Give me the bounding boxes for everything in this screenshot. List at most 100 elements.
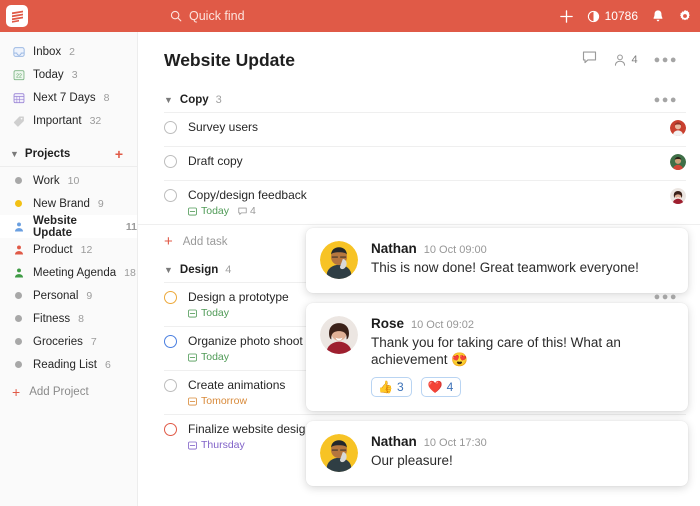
comment-text: This is now done! Great teamwork everyon…	[371, 259, 672, 276]
comment-body: Nathan10 Oct 17:30 Our pleasure!	[371, 434, 672, 472]
task-due-date[interactable]: Today	[188, 205, 229, 217]
task-checkbox[interactable]	[164, 189, 177, 202]
collaborators-button[interactable]: 4	[613, 53, 637, 67]
comment-text: Our pleasure!	[371, 452, 672, 469]
section-name: Copy	[180, 94, 209, 106]
sidebar-item-label: Meeting Agenda	[33, 267, 116, 279]
settings-button[interactable]	[678, 9, 692, 23]
comment-menu-button[interactable]: ●●●	[654, 291, 678, 303]
comment-author: Nathan	[371, 241, 417, 256]
plus-icon	[559, 9, 574, 24]
person-icon	[613, 53, 627, 67]
sidebar-item-count: 32	[90, 115, 102, 127]
sidebar-item-work[interactable]: Work10	[0, 169, 137, 192]
project-dot-icon	[12, 289, 25, 302]
task-name: Copy/design feedback	[188, 188, 659, 202]
comment-header: Rose10 Oct 09:02	[371, 316, 672, 331]
task-row[interactable]: Survey users	[164, 112, 686, 146]
comment-header: Nathan10 Oct 17:30	[371, 434, 672, 449]
task-due-date[interactable]: Thursday	[188, 439, 245, 451]
comment-body: Nathan 10 Oct 09:00 This is now done! Grea…	[371, 241, 672, 279]
sidebar-item-important[interactable]: Important 32	[0, 109, 137, 132]
search-placeholder: Quick find	[189, 9, 245, 23]
section-menu-button[interactable]: ●●●	[654, 94, 678, 106]
sidebar-item-label: Website Update	[33, 215, 118, 239]
top-bar-actions: 10786	[559, 0, 692, 32]
sidebar-item-count: 7	[91, 336, 97, 348]
comment-author: Nathan	[371, 434, 417, 449]
sidebar-item-product[interactable]: Product12	[0, 238, 137, 261]
project-dot-icon	[12, 312, 25, 325]
karma-counter[interactable]: 10786	[587, 9, 638, 23]
collaborators-count: 4	[631, 54, 637, 66]
plus-icon: +	[12, 385, 20, 399]
sidebar-item-meeting-agenda[interactable]: Meeting Agenda18	[0, 261, 137, 284]
sidebar-item-next-7-days[interactable]: Next 7 Days 8	[0, 86, 137, 109]
project-dot-icon	[12, 174, 25, 187]
sidebar-item-personal[interactable]: Personal9	[0, 284, 137, 307]
comment-author-avatar	[320, 241, 358, 279]
sidebar-projects-header[interactable]: ▼ Projects +	[0, 141, 137, 167]
sidebar-item-today[interactable]: 22 Today 3	[0, 63, 137, 86]
comment-card[interactable]: Nathan10 Oct 17:30 Our pleasure!	[306, 421, 688, 486]
sidebar-item-new-brand[interactable]: New Brand9	[0, 192, 137, 215]
page-title: Website Update	[164, 50, 295, 71]
comment-author: Rose	[371, 316, 404, 331]
app-logo[interactable]	[6, 5, 28, 27]
reaction-count: 3	[397, 380, 404, 394]
svg-text:22: 22	[16, 73, 22, 79]
sidebar-item-count: 10	[68, 175, 80, 187]
chevron-down-icon: ▼	[164, 265, 173, 275]
task-comment-value: 4	[250, 205, 256, 217]
sidebar-project-list: Work10New Brand9Website Update11Product1…	[0, 169, 137, 376]
task-checkbox[interactable]	[164, 155, 177, 168]
task-assignee-avatar[interactable]	[670, 154, 686, 170]
comment-card[interactable]: ●●●Rose10 Oct 09:02Thank you for taking …	[306, 303, 688, 411]
task-due-date[interactable]: Today	[188, 307, 229, 319]
notifications-button[interactable]	[651, 9, 665, 24]
task-checkbox[interactable]	[164, 423, 177, 436]
add-project-button[interactable]: + Add Project	[0, 380, 137, 404]
calendar-week-icon	[12, 91, 25, 104]
comment-card[interactable]: Nathan 10 Oct 09:00 This is now done! Grea…	[306, 228, 688, 293]
reaction-chip[interactable]: 👍3	[371, 377, 412, 397]
sidebar-item-website-update[interactable]: Website Update11	[0, 215, 137, 238]
task-due-label: Today	[201, 307, 229, 319]
task-due-date[interactable]: Today	[188, 351, 229, 363]
sidebar-item-groceries[interactable]: Groceries7	[0, 330, 137, 353]
plus-icon: +	[164, 234, 173, 249]
task-name: Survey users	[188, 120, 659, 134]
sidebar-item-label: Reading List	[33, 359, 97, 371]
task-due-label: Today	[201, 351, 229, 363]
section-name: Design	[180, 264, 218, 276]
shared-project-icon	[12, 266, 25, 279]
project-menu-button[interactable]: ●●●	[654, 54, 678, 66]
sidebar-item-count: 2	[69, 46, 75, 58]
task-assignee-avatar[interactable]	[670, 188, 686, 204]
task-due-date[interactable]: Tomorrow	[188, 395, 247, 407]
task-row[interactable]: Copy/design feedback Today 4	[164, 180, 686, 224]
calendar-day-icon: 22	[12, 68, 25, 81]
task-checkbox[interactable]	[164, 335, 177, 348]
task-checkbox[interactable]	[164, 121, 177, 134]
section-count: 3	[216, 94, 222, 106]
sidebar: Inbox 2 22 Today 3	[0, 32, 138, 506]
task-body: Survey users	[188, 120, 659, 134]
task-checkbox[interactable]	[164, 291, 177, 304]
task-comment-count[interactable]: 4	[238, 205, 256, 217]
task-assignee-avatar[interactable]	[670, 120, 686, 136]
search-input[interactable]: Quick find	[170, 0, 245, 32]
comment-button[interactable]	[582, 50, 597, 70]
sidebar-item-reading-list[interactable]: Reading List6	[0, 353, 137, 376]
section-header-copy[interactable]: ▼Copy3●●●	[138, 88, 700, 112]
add-project-icon[interactable]: +	[115, 147, 123, 161]
reaction-chip[interactable]: ❤️4	[421, 377, 462, 397]
project-dot-icon	[12, 335, 25, 348]
add-task-button[interactable]	[559, 9, 574, 24]
sidebar-item-label: New Brand	[33, 198, 90, 210]
task-row[interactable]: Draft copy	[164, 146, 686, 180]
comment-timestamp: 10 Oct 09:00	[424, 244, 487, 256]
task-checkbox[interactable]	[164, 379, 177, 392]
sidebar-item-inbox[interactable]: Inbox 2	[0, 40, 137, 63]
sidebar-item-fitness[interactable]: Fitness8	[0, 307, 137, 330]
